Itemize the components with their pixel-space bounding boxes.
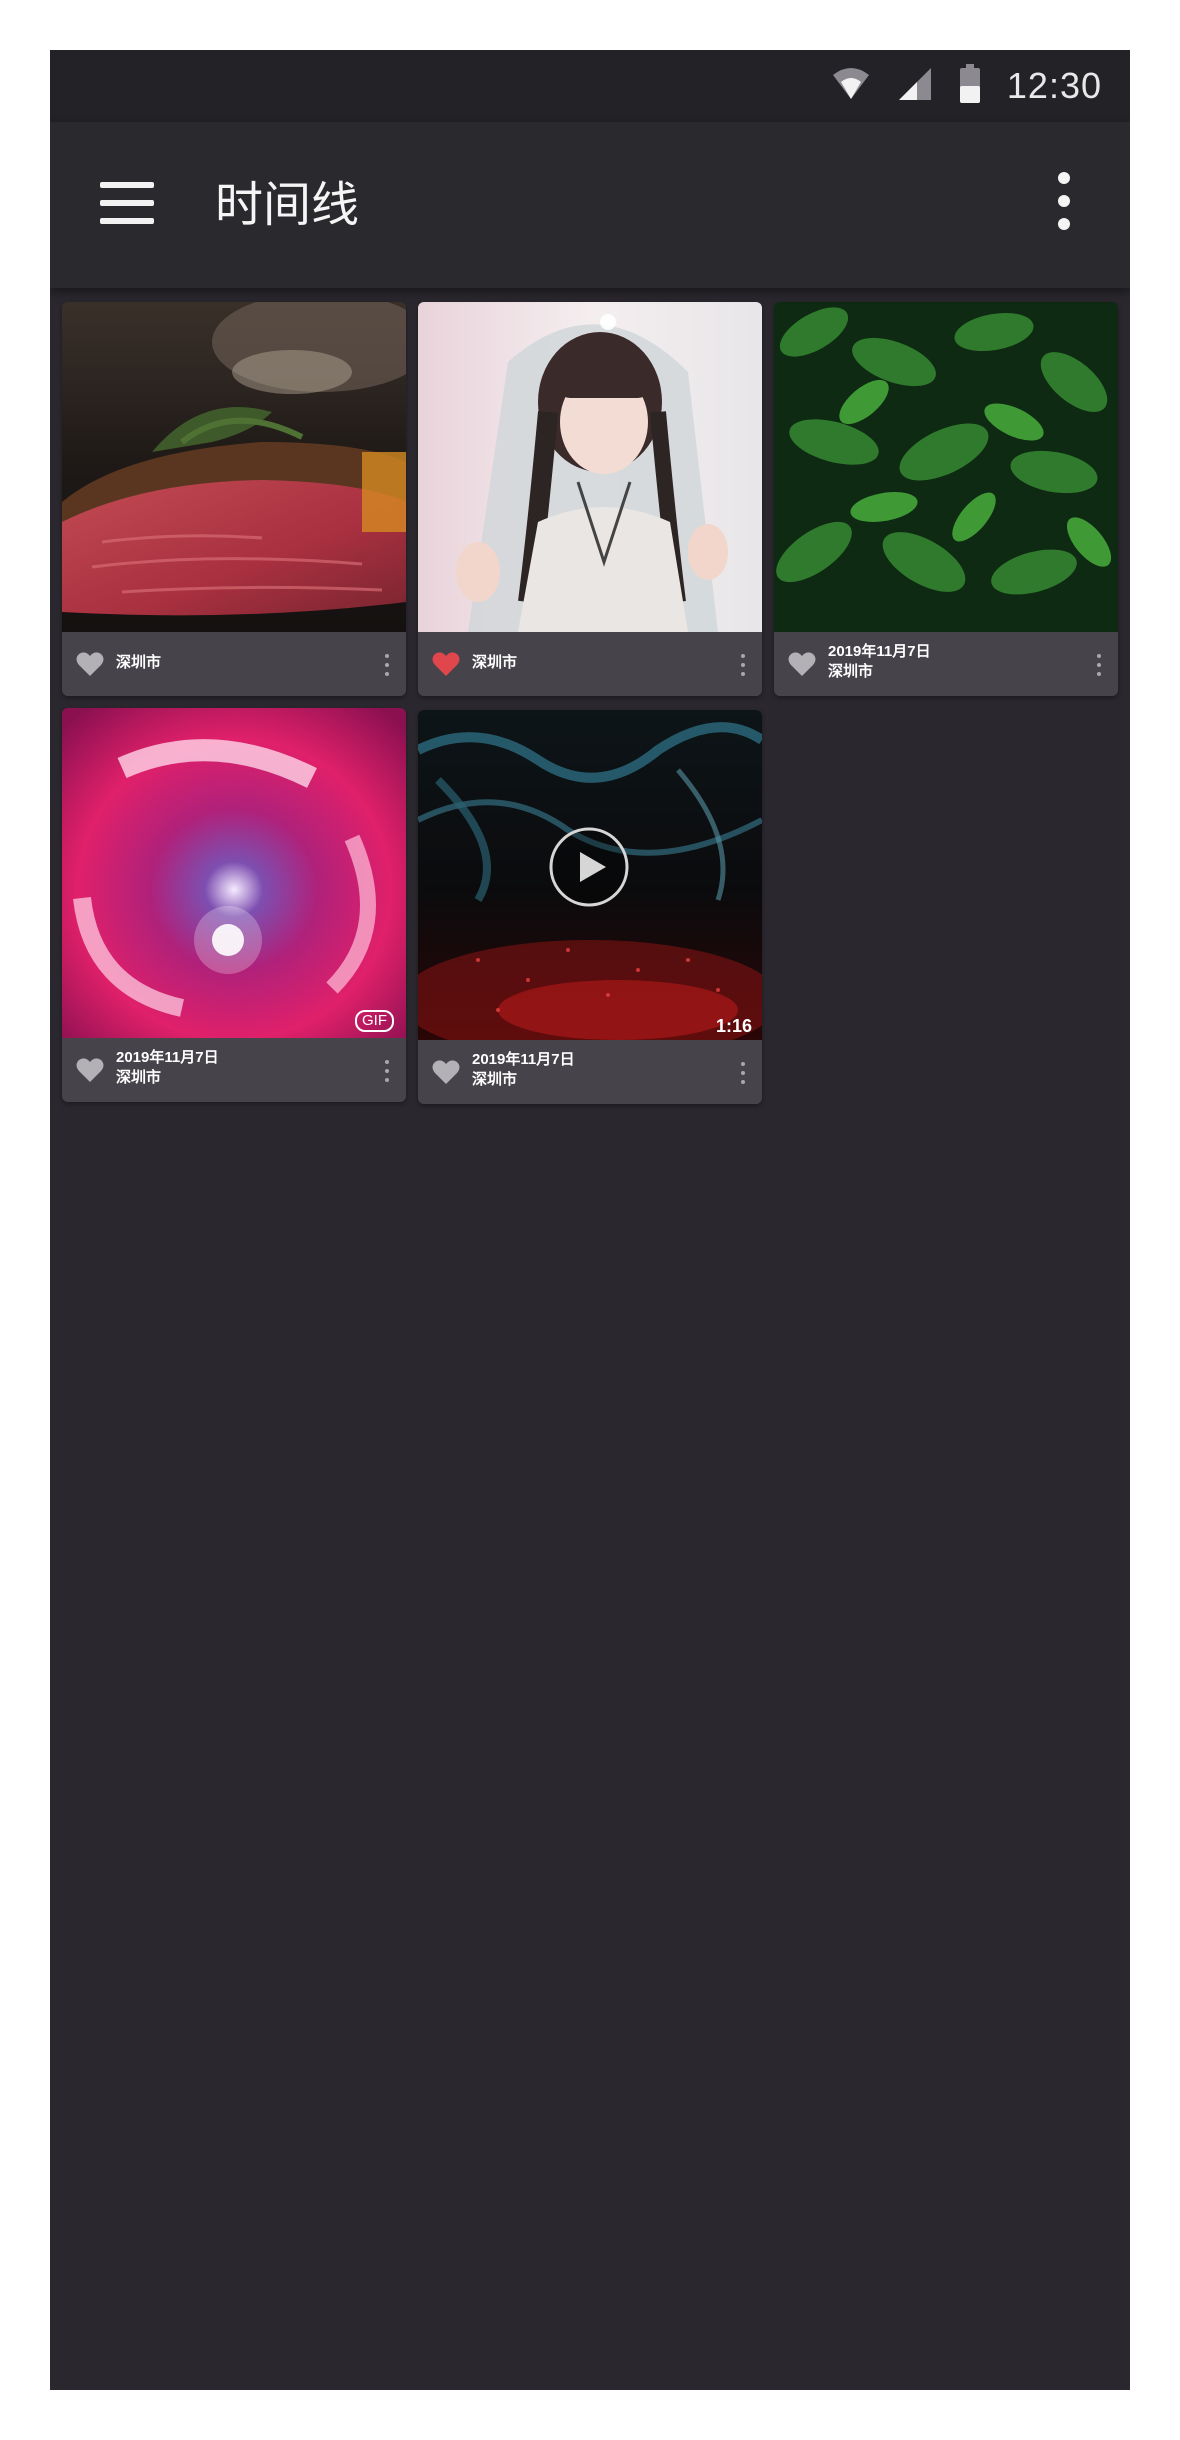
video-duration: 1:16 [715,1016,752,1036]
card-meta: 深圳市 [472,653,517,673]
card-meta: 2019年11月7日 深圳市 [472,1050,575,1090]
gif-thumbnail [62,708,406,1038]
card-meta: 2019年11月7日 深圳市 [828,642,931,682]
page-title: 时间线 [215,179,360,232]
heart-icon[interactable] [432,1059,460,1085]
heart-icon[interactable] [76,651,104,677]
card-location: 深圳市 [472,654,518,671]
photo-thumbnail [62,302,406,632]
card-location: 深圳市 [116,1069,162,1086]
card-footer: 2019年11月7日 深圳市 [62,1038,406,1102]
video-thumbnail [418,710,762,1040]
app-bar: 时间线 [50,122,1130,288]
card-more-icon[interactable] [1094,652,1104,678]
card-date: 2019年11月7日 [472,1051,575,1068]
timeline-item[interactable]: GIF 2019年11月7日 深圳市 [62,708,406,1102]
card-location: 深圳市 [472,1071,518,1088]
card-date: 2019年11月7日 [828,643,931,660]
play-icon[interactable] [548,826,630,908]
timeline-grid: 深圳市 深圳市 2019年11月7日 深圳市 GIF 2019年11月7日 深圳… [50,50,1130,2390]
card-location: 深圳市 [116,654,162,671]
hamburger-menu-icon[interactable] [100,174,156,234]
card-footer: 深圳市 [418,632,762,696]
card-more-icon[interactable] [738,1060,748,1086]
card-meta: 2019年11月7日 深圳市 [116,1048,219,1088]
card-meta: 深圳市 [116,653,161,673]
phone-screen: 12:30 时间线 深圳市 深圳市 2019年11月7日 深圳市 GIF 201… [50,50,1130,2390]
card-footer: 2019年11月7日 深圳市 [774,632,1118,696]
photo-thumbnail [418,302,762,632]
card-more-icon[interactable] [738,652,748,678]
timeline-item[interactable]: 深圳市 [62,302,406,696]
timeline-item[interactable]: 1:16 2019年11月7日 深圳市 [418,710,762,1104]
card-footer: 深圳市 [62,632,406,696]
card-more-icon[interactable] [382,1058,392,1084]
card-date: 2019年11月7日 [116,1049,219,1066]
gif-badge: GIF [355,1010,394,1032]
heart-icon[interactable] [788,651,816,677]
timeline-item[interactable]: 2019年11月7日 深圳市 [774,302,1118,696]
more-vert-icon[interactable] [1044,168,1084,234]
photo-thumbnail [774,302,1118,632]
card-footer: 2019年11月7日 深圳市 [418,1040,762,1104]
heart-icon[interactable] [76,1057,104,1083]
card-more-icon[interactable] [382,652,392,678]
heart-icon[interactable] [432,651,460,677]
card-location: 深圳市 [828,663,874,680]
timeline-item[interactable]: 深圳市 [418,302,762,696]
